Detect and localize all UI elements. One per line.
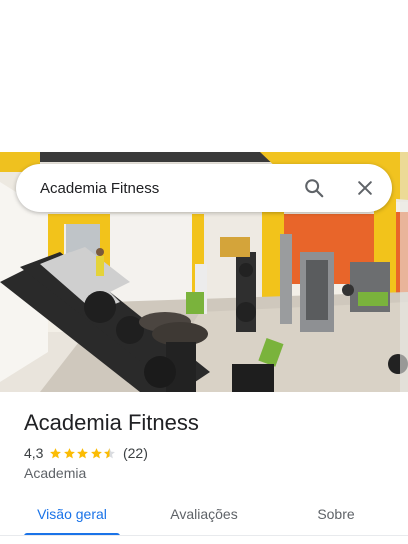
search-bar	[16, 164, 392, 212]
place-title: Academia Fitness	[24, 410, 199, 435]
star-icon	[77, 447, 89, 458]
search-input[interactable]	[40, 179, 290, 197]
search-button[interactable]	[302, 176, 326, 200]
star-icon	[91, 447, 102, 458]
star-icon	[50, 447, 62, 458]
place-category[interactable]: Academia	[24, 465, 86, 481]
star-icon	[64, 447, 75, 458]
rating-row[interactable]: 4,3 (22)	[24, 444, 148, 462]
star-half-icon	[104, 447, 116, 458]
close-icon	[358, 181, 372, 195]
review-count: (22)	[122, 445, 148, 461]
tab-overview-label: Visão geral	[37, 506, 107, 522]
tabs-divider	[0, 535, 408, 536]
rating-stars	[49, 447, 117, 460]
tab-reviews-label: Avaliações	[170, 506, 238, 522]
map-blank-area	[0, 0, 408, 152]
place-tabs: Visão geral Avaliações Sobre	[0, 492, 408, 544]
rating-value: 4,3	[24, 445, 44, 461]
tab-about-label: Sobre	[317, 506, 355, 522]
clear-search-button[interactable]	[353, 176, 377, 200]
tab-overview[interactable]: Visão geral	[24, 492, 120, 536]
tab-about[interactable]: Sobre	[288, 492, 384, 536]
search-icon	[305, 179, 324, 198]
tab-reviews[interactable]: Avaliações	[156, 492, 252, 536]
